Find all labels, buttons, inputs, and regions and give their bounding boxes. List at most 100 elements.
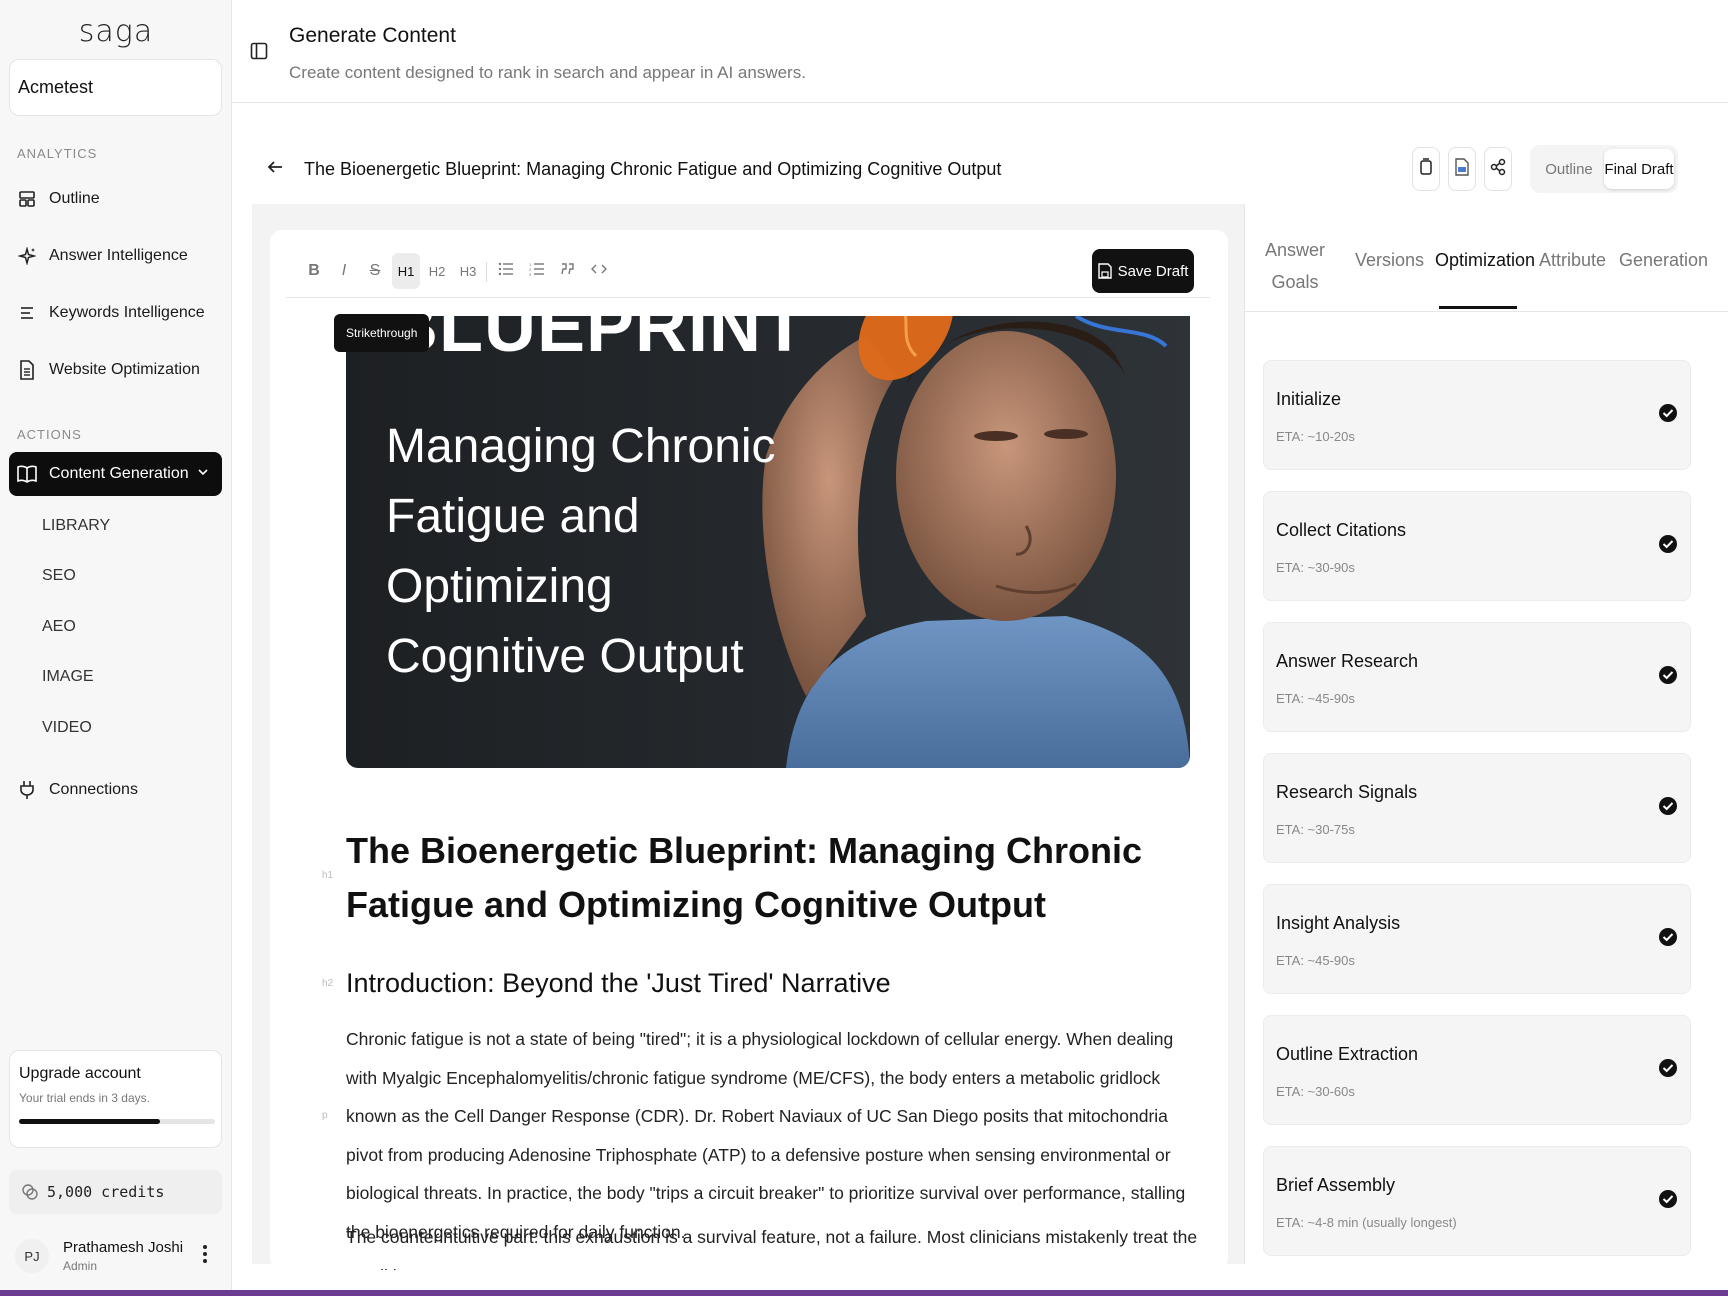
- sidebar-toggle-icon[interactable]: [250, 42, 268, 65]
- save-draft-label: Save Draft: [1117, 262, 1189, 280]
- heading1-button[interactable]: H1: [392, 253, 420, 289]
- step-name: Collect Citations: [1276, 520, 1407, 540]
- page-title: Generate Content: [289, 24, 456, 47]
- share-button[interactable]: [1484, 147, 1512, 191]
- hero-image: BLUEPRINT Managing Chronic Fatigue and O…: [346, 316, 1190, 768]
- trial-progress-fill: [19, 1119, 161, 1124]
- workflow-panel: Answer Goals Versions Optimization Attri…: [1244, 204, 1728, 1264]
- back-arrow-icon[interactable]: [266, 158, 284, 181]
- window-bottom-border: [0, 1290, 1728, 1296]
- step-name: Brief Assembly: [1276, 1175, 1396, 1195]
- user-role: Admin: [63, 1259, 98, 1273]
- check-circle-icon: [1658, 534, 1678, 559]
- code-button[interactable]: [585, 253, 613, 289]
- more-vertical-icon[interactable]: [202, 1244, 208, 1270]
- upgrade-card[interactable]: Upgrade account Your trial ends in 3 day…: [9, 1050, 222, 1148]
- formatting-toolbar: B I S H1 H2 H3 123 Save Draft: [286, 248, 1210, 298]
- check-circle-icon: [1658, 403, 1678, 428]
- sidebar-item-answer-intelligence[interactable]: Answer Intelligence: [9, 234, 222, 278]
- sidebar-subitem-image[interactable]: IMAGE: [42, 668, 94, 686]
- sidebar-item-connections[interactable]: Connections: [9, 768, 222, 812]
- bullet-list-button[interactable]: [492, 253, 520, 289]
- sidebar-subitem-video[interactable]: VIDEO: [42, 719, 92, 737]
- tab-optimization[interactable]: Optimization: [1435, 250, 1535, 271]
- save-icon: [1097, 263, 1112, 279]
- hero-headline: BLUEPRINT: [386, 316, 807, 367]
- code-icon: [591, 262, 607, 281]
- sidebar-item-content-generation[interactable]: Content Generation: [9, 452, 222, 496]
- upgrade-title: Upgrade account: [19, 1065, 141, 1082]
- check-circle-icon: [1658, 796, 1678, 821]
- tab-answer-goals[interactable]: Answer Goals: [1265, 234, 1325, 298]
- quote-icon: [560, 262, 576, 281]
- check-circle-icon: [1658, 927, 1678, 952]
- workflow-step-answer-research: Answer Research ETA: ~45-90s: [1263, 622, 1691, 732]
- sidebar: saga Acmetest ANALYTICS Outline Answer I…: [0, 0, 232, 1296]
- page-header: Generate Content Create content designed…: [232, 0, 1728, 103]
- upgrade-subtitle: Your trial ends in 3 days.: [19, 1091, 150, 1105]
- sidebar-item-label: Keywords Intelligence: [49, 304, 205, 321]
- sidebar-item-keywords-intelligence[interactable]: Keywords Intelligence: [9, 291, 222, 335]
- export-doc-button[interactable]: [1448, 147, 1476, 191]
- ordered-list-button[interactable]: 123: [523, 253, 551, 289]
- ordered-list-icon: 123: [529, 262, 545, 281]
- workspace-selector[interactable]: Acmetest: [9, 59, 222, 116]
- bold-button[interactable]: B: [300, 253, 328, 289]
- chevron-down-icon: [196, 465, 210, 484]
- sidebar-item-website-optimization[interactable]: Website Optimization: [9, 348, 222, 392]
- tab-versions[interactable]: Versions: [1355, 250, 1424, 271]
- sidebar-subitem-library[interactable]: LIBRARY: [42, 517, 110, 535]
- workflow-step-initialize: Initialize ETA: ~10-20s: [1263, 360, 1691, 470]
- article-paragraph[interactable]: Chronic fatigue is not a state of being …: [346, 1020, 1206, 1252]
- save-draft-button[interactable]: Save Draft: [1092, 249, 1194, 293]
- hero-subheadline: Managing Chronic Fatigue and Optimizing …: [386, 412, 806, 692]
- user-profile[interactable]: PJ Prathamesh Joshi Admin: [9, 1228, 222, 1284]
- sidebar-item-label: Outline: [49, 190, 100, 207]
- share-icon: [1489, 158, 1507, 181]
- credits-label: 5,000 credits: [47, 1183, 165, 1201]
- step-name: Initialize: [1276, 389, 1342, 409]
- strikethrough-tooltip: Strikethrough: [334, 314, 430, 352]
- view-final-draft-option[interactable]: Final Draft: [1604, 149, 1674, 189]
- tab-generation[interactable]: Generation: [1619, 250, 1708, 271]
- rich-text-editor[interactable]: B I S H1 H2 H3 123 Save Draft Strikethro…: [270, 230, 1228, 1270]
- step-eta: ETA: ~30-90s: [1276, 560, 1355, 575]
- block-type-h1: h1: [322, 870, 334, 881]
- workflow-step-outline-extraction: Outline Extraction ETA: ~30-60s: [1263, 1015, 1691, 1125]
- document-icon: [17, 360, 37, 380]
- view-outline-option[interactable]: Outline: [1534, 149, 1604, 189]
- article-paragraph[interactable]: The counterintuitive part: this exhausti…: [346, 1218, 1206, 1270]
- sidebar-subitem-aeo[interactable]: AEO: [42, 618, 76, 636]
- sidebar-subitem-seo[interactable]: SEO: [42, 567, 76, 585]
- panel-tabs: Answer Goals Versions Optimization Attri…: [1245, 204, 1728, 312]
- workflow-step-research-signals: Research Signals ETA: ~30-75s: [1263, 753, 1691, 863]
- strikethrough-button[interactable]: S: [361, 253, 389, 289]
- italic-button[interactable]: I: [330, 253, 358, 289]
- article-heading-1[interactable]: The Bioenergetic Blueprint: Managing Chr…: [346, 824, 1166, 932]
- heading2-button[interactable]: H2: [423, 253, 451, 289]
- sidebar-item-outline[interactable]: Outline: [9, 177, 222, 221]
- sidebar-item-label: Content Generation: [49, 465, 189, 482]
- step-name: Answer Research: [1276, 651, 1419, 671]
- document-toolbar: The Bioenergetic Blueprint: Managing Chr…: [252, 140, 1708, 200]
- workflow-step-insight-analysis: Insight Analysis ETA: ~45-90s: [1263, 884, 1691, 994]
- article-heading-2[interactable]: Introduction: Beyond the 'Just Tired' Na…: [346, 968, 891, 999]
- avatar: PJ: [15, 1239, 49, 1273]
- quote-button[interactable]: [554, 253, 582, 289]
- layout-icon: [17, 189, 37, 209]
- step-name: Insight Analysis: [1276, 913, 1401, 933]
- copy-button[interactable]: [1412, 147, 1440, 191]
- toolbar-divider: [486, 262, 487, 282]
- hero-line: Fatigue and Optimizing: [386, 490, 640, 613]
- check-circle-icon: [1658, 665, 1678, 690]
- block-type-h2: h2: [322, 978, 334, 989]
- sidebar-item-label: Connections: [49, 781, 138, 798]
- credits-badge: 5,000 credits: [9, 1170, 222, 1214]
- actions-section-label: ACTIONS: [17, 427, 82, 442]
- analytics-section-label: ANALYTICS: [17, 146, 98, 161]
- step-name: Research Signals: [1276, 782, 1418, 802]
- heading3-button[interactable]: H3: [454, 253, 482, 289]
- check-circle-icon: [1658, 1189, 1678, 1214]
- workflow-step-collect-citations: Collect Citations ETA: ~30-90s: [1263, 491, 1691, 601]
- tab-attribute[interactable]: Attribute: [1539, 250, 1606, 271]
